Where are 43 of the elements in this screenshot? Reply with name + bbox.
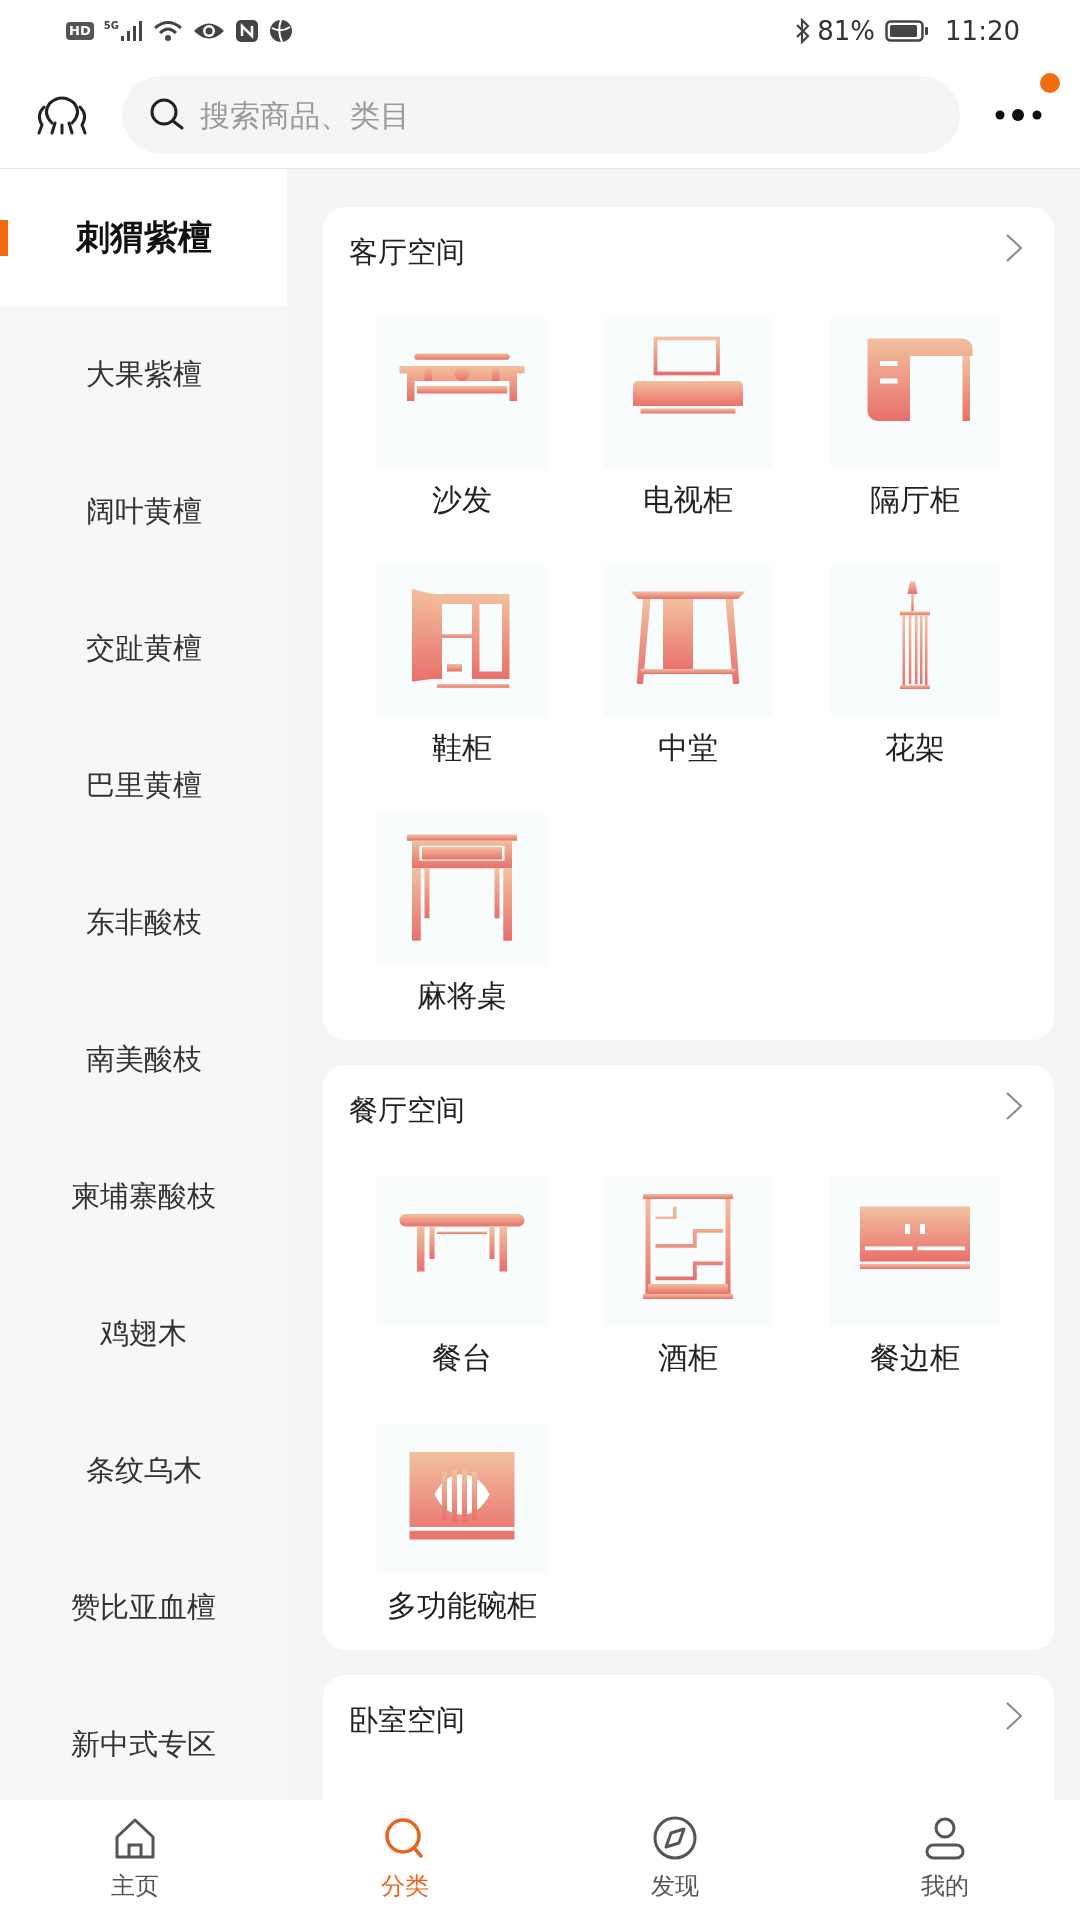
- item-label: 餐边柜: [869, 1339, 960, 1377]
- item-label: 酒柜: [658, 1339, 719, 1377]
- item-label: 鞋柜: [432, 729, 493, 767]
- cabinet-icon: [412, 588, 510, 688]
- item-label: 沙发: [432, 481, 493, 519]
- table-icon: [407, 834, 518, 941]
- status-time: 11:20: [945, 14, 1020, 48]
- search-field[interactable]: 搜索商品、类目: [122, 76, 960, 154]
- wifi-icon: [152, 20, 183, 42]
- tv-icon: [633, 336, 744, 413]
- section-title: 餐厅空间: [349, 1092, 465, 1130]
- chest-icon: [409, 1451, 515, 1539]
- tab-item[interactable]: 我的: [810, 1800, 1080, 1920]
- item-label: 麻将桌: [417, 977, 508, 1015]
- item-label: 花架: [884, 729, 945, 767]
- item-label: 电视柜: [643, 481, 734, 519]
- stand-icon: [899, 581, 930, 689]
- desk-icon: [867, 338, 973, 421]
- item-label: 餐台: [432, 1339, 493, 1377]
- console-icon: [631, 591, 746, 684]
- battery-icon: [885, 20, 930, 42]
- network-label: 5G: [103, 21, 119, 31]
- item-label: 中堂: [658, 729, 719, 767]
- battery-percent: 81%: [817, 14, 876, 48]
- chevron-icon[interactable]: [1004, 1700, 1024, 1732]
- signal-icon: [120, 21, 143, 41]
- item-label: 多功能碗柜: [387, 1587, 538, 1625]
- bluetooth-icon: [795, 18, 812, 44]
- sidebar-item[interactable]: 刺猬紫檀: [0, 169, 287, 306]
- nfc-icon: [234, 19, 259, 43]
- bench-icon: [399, 1213, 525, 1271]
- chevron-icon[interactable]: [1004, 232, 1024, 264]
- hd-badge: HD: [66, 22, 94, 40]
- tab-item[interactable]: 发现: [540, 1800, 810, 1920]
- tab-item[interactable]: 主页: [0, 1800, 270, 1920]
- shelf-icon: [643, 1193, 734, 1299]
- section-title: 客厅空间: [349, 234, 465, 272]
- section-title: 卧室空间: [349, 1702, 465, 1740]
- sofa-icon: [399, 353, 525, 401]
- item-label: 隔厅柜: [869, 481, 960, 519]
- globe-icon: [268, 19, 293, 43]
- sideboard-icon: [859, 1206, 970, 1269]
- chevron-icon[interactable]: [1004, 1090, 1024, 1122]
